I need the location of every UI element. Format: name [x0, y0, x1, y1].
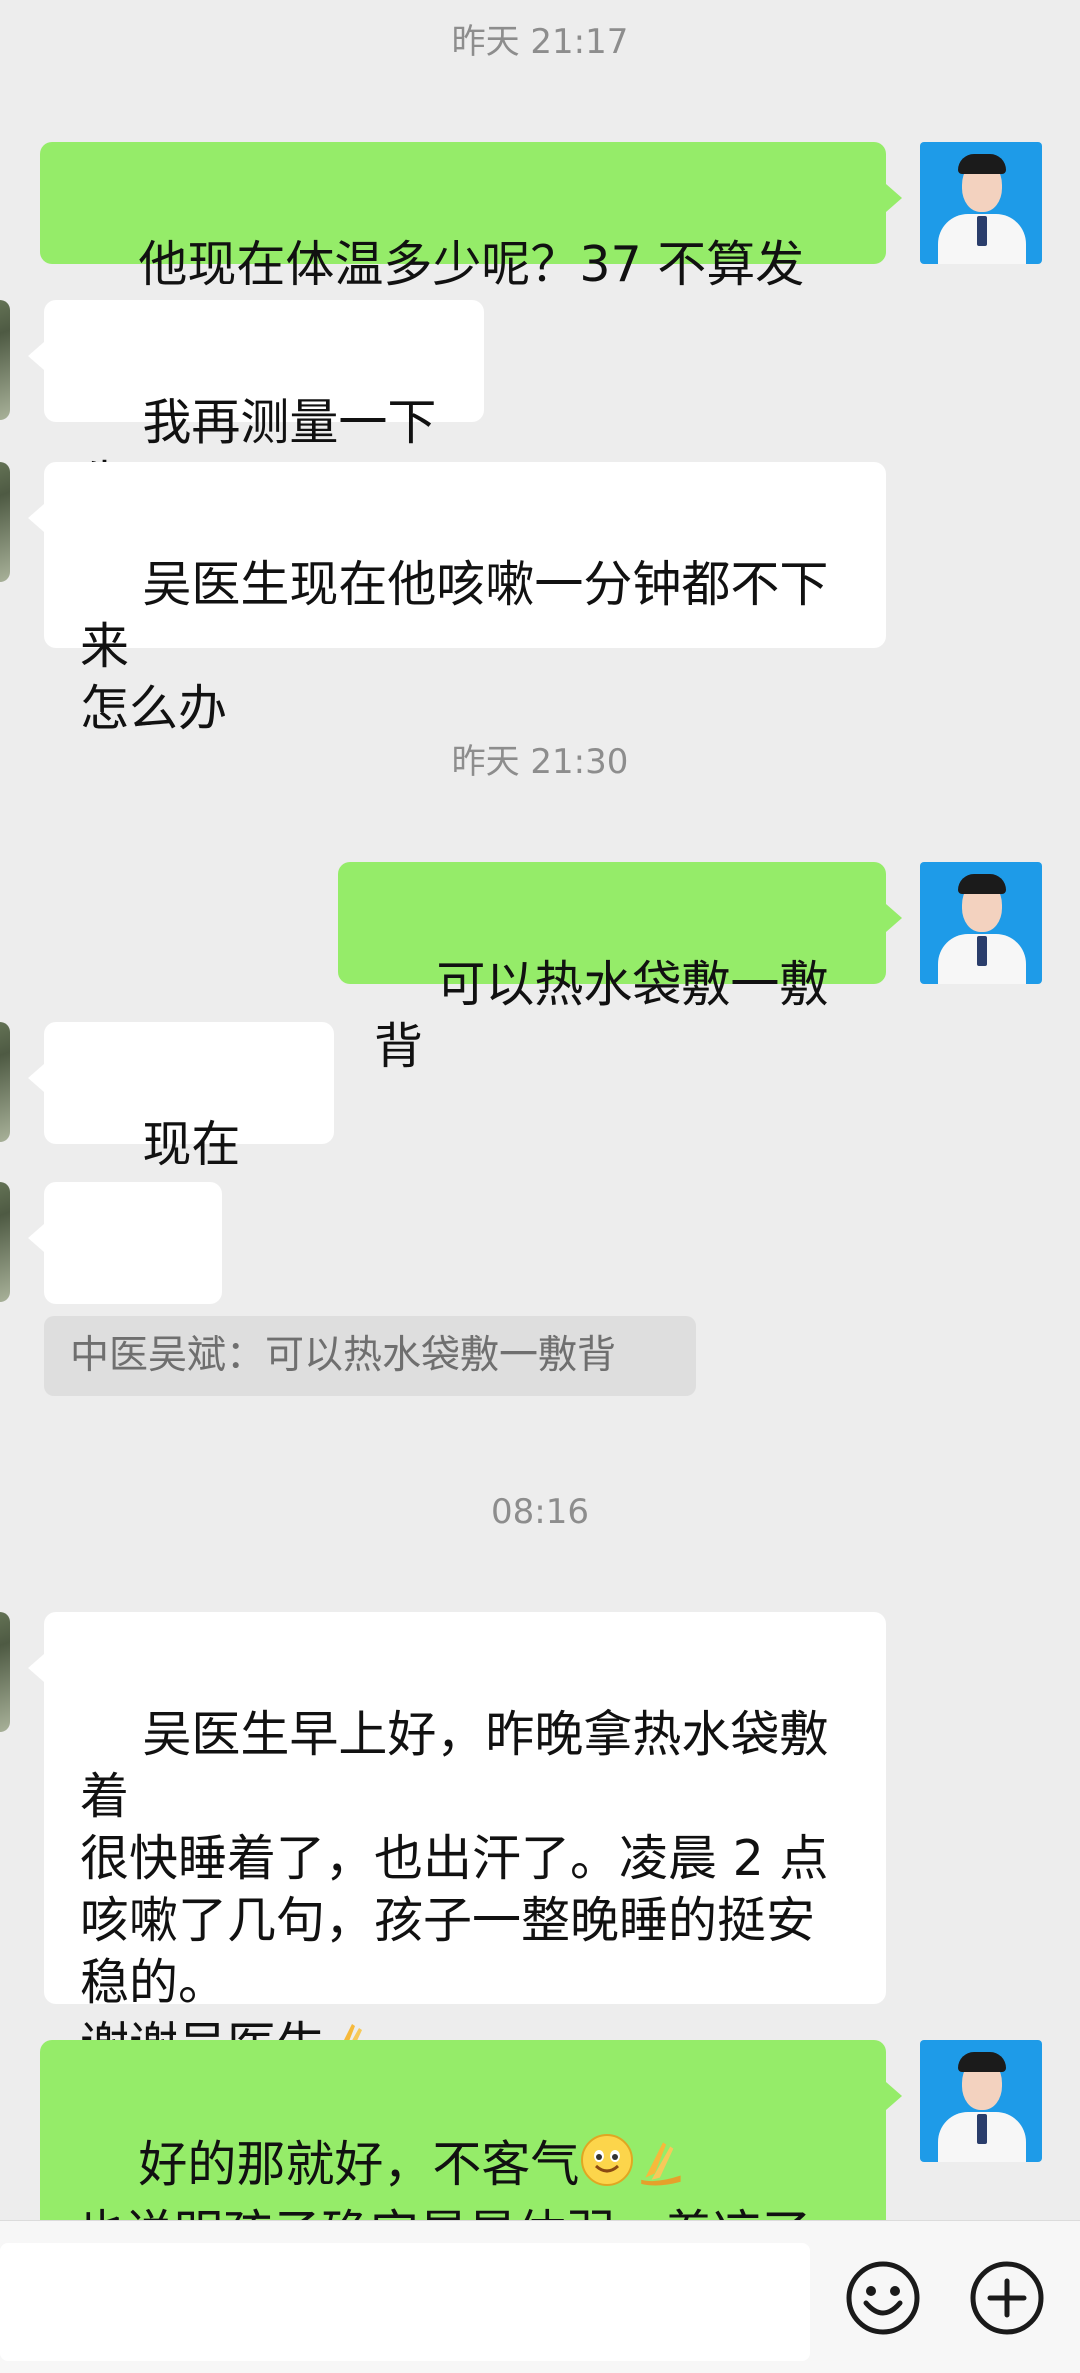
message-text: 可以热水袋敷一敷背 — [374, 956, 829, 1075]
message-text: 吴医生早上好，昨晚拿热水袋敷着 很快睡着了，也出汗了。凌晨 2 点 咳嗽了几句，… — [80, 1706, 829, 2074]
message-input[interactable] — [0, 2243, 810, 2361]
chat-input-bar — [0, 2220, 1080, 2373]
message-text: 吴医生现在他咳嗽一分钟都不下来 怎么办 — [80, 556, 829, 737]
patient-avatar[interactable] — [0, 300, 10, 420]
doctor-avatar[interactable] — [920, 2040, 1042, 2162]
smiley-face-icon[interactable] — [844, 2259, 922, 2337]
message-text: 也说明孩子确实是是体弱，着凉了 — [76, 2205, 811, 2220]
patient-avatar[interactable] — [0, 1022, 10, 1142]
pray-emoji-icon — [635, 2132, 691, 2203]
timestamp: 08:16 — [491, 1492, 589, 1532]
smile-emoji-icon — [579, 2132, 635, 2203]
outgoing-message-bubble[interactable]: 好的那就好，不客气也说明孩子确实是是体弱，着凉了 — [40, 2040, 902, 2220]
outgoing-message-bubble[interactable]: 他现在体温多少呢？37 不算发热 — [40, 142, 902, 355]
incoming-message-bubble[interactable]: 吴医生现在他咳嗽一分钟都不下来 怎么办 — [28, 462, 886, 737]
patient-avatar[interactable] — [0, 462, 10, 582]
timestamp: 昨天 21:17 — [451, 22, 629, 62]
timestamp: 昨天 21:30 — [451, 742, 629, 782]
incoming-message-bubble[interactable]: 吴医生早上好，昨晚拿热水袋敷着 很快睡着了，也出汗了。凌晨 2 点 咳嗽了几句，… — [28, 1612, 886, 2074]
patient-avatar[interactable] — [0, 1612, 10, 1732]
outgoing-message-bubble[interactable]: 可以热水袋敷一敷背 — [338, 862, 902, 1075]
doctor-avatar[interactable] — [920, 862, 1042, 984]
plus-circle-icon[interactable] — [968, 2259, 1046, 2337]
patient-avatar[interactable] — [0, 1182, 10, 1302]
incoming-message-bubble[interactable]: 我再测量一下先 — [28, 300, 484, 513]
incoming-message-bubble[interactable]: 好呢 — [28, 1182, 222, 1395]
incoming-message-bubble[interactable]: 现在 37.3 — [28, 1022, 334, 1235]
doctor-avatar[interactable] — [920, 142, 1042, 264]
message-text: 好的那就好，不客气 — [138, 2136, 580, 2193]
chat-area[interactable]: 昨天 21:17 他现在体温多少呢？37 不算发热 我再测量一下先 吴医生现在他… — [0, 0, 1080, 2220]
quoted-reply[interactable]: 中医吴斌：可以热水袋敷一敷背 — [44, 1316, 696, 1396]
